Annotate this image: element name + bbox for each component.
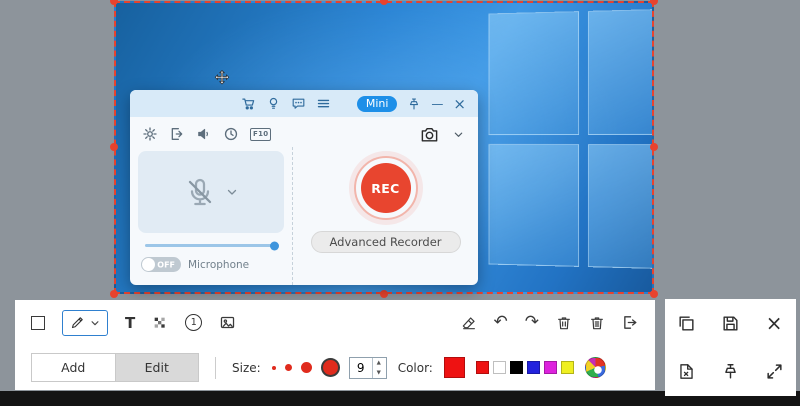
export-icon[interactable]: [677, 362, 696, 381]
redo-icon[interactable]: ↷: [525, 314, 539, 331]
rec-label: REC: [371, 181, 400, 196]
pin-to-screen-icon[interactable]: [721, 362, 740, 381]
current-color-swatch: [444, 357, 465, 378]
pen-chevron-down-icon[interactable]: [90, 318, 100, 328]
rectangle-tool-icon[interactable]: [31, 316, 45, 330]
color-label: Color:: [398, 361, 433, 375]
pencil-icon: [70, 315, 85, 330]
microphone-label: Microphone: [188, 259, 249, 271]
microphone-toggle[interactable]: OFF: [141, 257, 181, 272]
microphone-chevron-down-icon[interactable]: [226, 186, 238, 198]
add-mode-button[interactable]: Add: [32, 354, 116, 381]
exit-annotation-icon[interactable]: [622, 314, 639, 331]
recorder-titlebar[interactable]: Mini — ×: [130, 90, 478, 117]
microphone-muted-icon[interactable]: [184, 176, 216, 208]
size-dot-small[interactable]: [272, 366, 276, 370]
selection-handle[interactable]: [110, 290, 118, 298]
mosaic-tool-icon[interactable]: [152, 315, 168, 331]
windows-logo: [489, 8, 654, 269]
screen: Mini — × F10: [0, 0, 800, 406]
undo-icon[interactable]: ↶: [494, 314, 508, 331]
rec-button[interactable]: REC: [361, 163, 411, 213]
pin-icon[interactable]: [407, 97, 421, 111]
lamp-icon[interactable]: [266, 96, 281, 111]
mini-mode-button[interactable]: Mini: [357, 96, 398, 112]
copy-icon[interactable]: [677, 314, 696, 333]
size-dot-medium[interactable]: [285, 364, 292, 371]
wallpaper-pane: [489, 11, 579, 134]
recorder-window: Mini — × F10: [130, 90, 478, 285]
selection-handle[interactable]: [650, 290, 658, 298]
toggle-knob: [142, 258, 155, 271]
close-button[interactable]: ×: [453, 97, 466, 111]
spin-down-icon[interactable]: ▼: [373, 368, 385, 378]
size-input[interactable]: [350, 358, 372, 378]
divider: [215, 357, 216, 379]
color-swatch[interactable]: [510, 361, 523, 374]
delete-all-icon[interactable]: [589, 315, 605, 331]
camera-chevron-down-icon[interactable]: [453, 129, 464, 140]
microphone-volume-slider[interactable]: [145, 244, 277, 247]
color-swatch[interactable]: [527, 361, 540, 374]
rec-button-ring: REC: [354, 156, 418, 220]
cancel-icon[interactable]: ×: [766, 313, 783, 333]
move-cursor-icon: [213, 69, 231, 91]
color-swatch[interactable]: [476, 361, 489, 374]
wallpaper-pane: [489, 143, 579, 266]
selection-handle[interactable]: [650, 143, 658, 151]
image-tool-icon[interactable]: [219, 314, 236, 331]
color-swatch[interactable]: [544, 361, 557, 374]
save-icon[interactable]: [721, 314, 740, 333]
color-swatch[interactable]: [561, 361, 574, 374]
camera-icon[interactable]: [420, 125, 439, 144]
toggle-label: OFF: [157, 260, 175, 269]
text-tool-icon[interactable]: T: [125, 314, 135, 332]
fullscreen-icon[interactable]: [765, 362, 784, 381]
selection-handle[interactable]: [650, 0, 658, 5]
wallpaper-pane: [588, 8, 654, 134]
color-swatches: [476, 361, 574, 374]
size-dot-selected[interactable]: [323, 360, 338, 375]
mode-segmented-control: Add Edit: [31, 353, 199, 382]
eraser-icon[interactable]: [461, 315, 477, 331]
spin-up-icon[interactable]: ▲: [373, 358, 385, 368]
exit-task-icon[interactable]: [169, 126, 185, 142]
advanced-recorder-button[interactable]: Advanced Recorder: [311, 231, 461, 253]
action-panel: ×: [665, 299, 796, 396]
size-spinner: ▲ ▼: [349, 357, 387, 379]
size-dot-large[interactable]: [301, 362, 312, 373]
timer-icon[interactable]: [223, 126, 239, 142]
sound-icon[interactable]: [196, 126, 212, 142]
feedback-icon[interactable]: [291, 96, 306, 111]
size-label: Size:: [232, 361, 261, 375]
step-number-tool-icon[interactable]: 1: [185, 314, 202, 331]
hotkey-icon[interactable]: F10: [250, 128, 271, 141]
pen-tool-selected[interactable]: [62, 310, 108, 336]
settings-gear-icon[interactable]: [142, 126, 158, 142]
cart-icon[interactable]: [241, 96, 256, 111]
wallpaper-pane: [588, 144, 654, 270]
menu-icon[interactable]: [316, 96, 331, 111]
record-panel: REC Advanced Recorder: [292, 147, 478, 285]
recorder-toolbar: F10: [130, 117, 478, 147]
delete-icon[interactable]: [556, 315, 572, 331]
selection-handle[interactable]: [110, 143, 118, 151]
microphone-panel: OFF Microphone: [130, 147, 292, 285]
minimize-button[interactable]: —: [431, 99, 443, 109]
microphone-device-selector[interactable]: [138, 151, 284, 233]
edit-mode-button[interactable]: Edit: [116, 354, 199, 381]
color-swatch[interactable]: [493, 361, 506, 374]
palette-icon[interactable]: [585, 357, 606, 378]
annotation-toolbar: T 1 ↶ ↷ Add: [15, 300, 655, 390]
selection-handle[interactable]: [380, 290, 388, 298]
slider-knob[interactable]: [270, 241, 279, 250]
